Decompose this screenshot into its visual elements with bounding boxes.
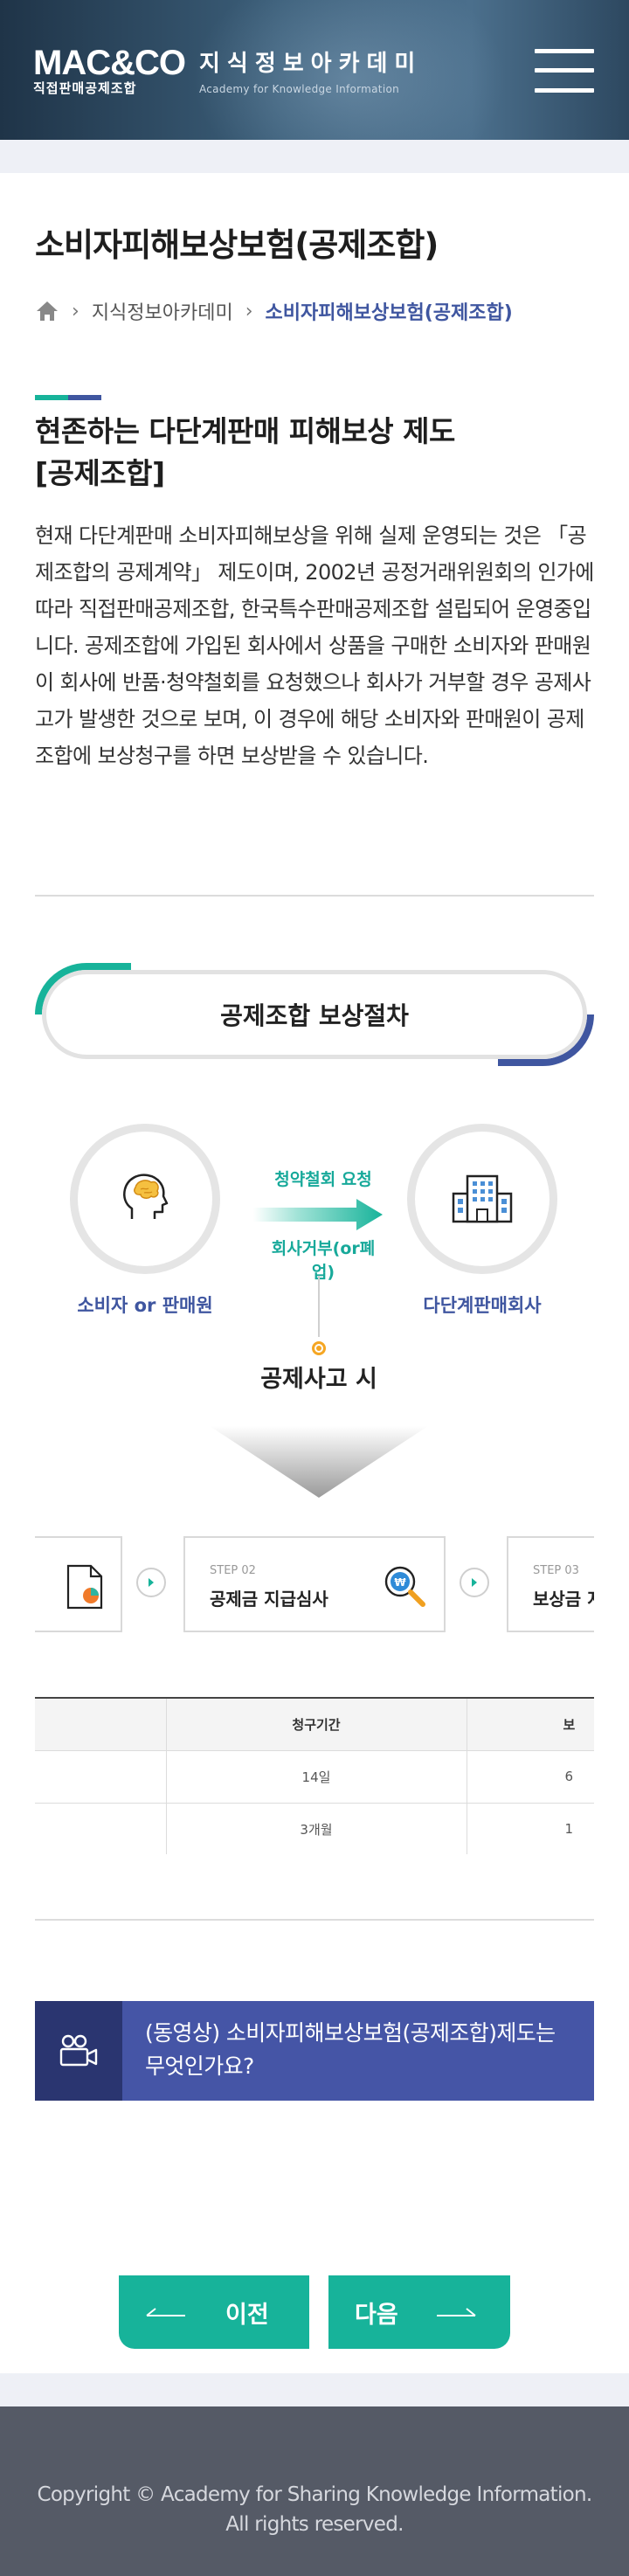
connector-dot: [312, 1341, 326, 1355]
step-number: STEP 03: [533, 1564, 579, 1577]
step-card-02: STEP 02 공제금 지급심사 ₩: [183, 1536, 446, 1632]
table-cell: 6: [467, 1750, 594, 1804]
table-cell: 1: [467, 1803, 594, 1854]
arrow-bottom-label: 회사거부(or폐업): [271, 1239, 376, 1282]
procedure-title-pill: 공제조합 보상절차: [35, 963, 594, 1066]
arrow-left-icon: [146, 2308, 185, 2316]
logo-mark: MAC&CO 직접판매공제조합: [33, 44, 186, 96]
section-heading: 현존하는 다단계판매 피해보상 제도 [공제조합]: [35, 411, 594, 495]
next-button-label: 다음: [355, 2301, 398, 2329]
video-camera-icon: [59, 2034, 98, 2067]
chevron-right-icon: [136, 1568, 166, 1597]
down-chevron-shape: [210, 1426, 428, 1498]
prev-button-label: 이전: [225, 2301, 269, 2329]
video-link-text: (동영상) 소비자피해보상보험(공제조합)제도는 무엇인가요?: [145, 2020, 556, 2079]
divider: [35, 1919, 594, 1921]
step-number: STEP 02: [210, 1564, 256, 1577]
company-circle: [407, 1124, 557, 1274]
table-header-cell: 청구기간: [165, 1697, 467, 1751]
section-heading-line1: 현존하는 다단계판매 피해보상 제도: [35, 414, 455, 448]
section-accent-bar: [35, 395, 101, 400]
table-cell: 3개월: [165, 1803, 467, 1854]
consumer-circle: [70, 1124, 220, 1274]
claim-table: 청구기간 보 14일 6 3개월 1: [35, 1697, 594, 1854]
breadcrumb: › 지식정보아카데미 › 소비자피해보상보험(공제조합): [35, 297, 513, 325]
table-header-cell: [35, 1697, 166, 1751]
site-name: 지식정보아카데미: [198, 51, 423, 77]
steps-carousel[interactable]: STEP 02 공제금 지급심사 ₩ STEP 03 보상금 지급: [35, 1531, 594, 1636]
section-heading-line2: [공제조합]: [35, 456, 165, 490]
section-body: 현재 다단계판매 소비자피해보상을 위해 실제 운영되는 것은 「공제조합의 공…: [35, 523, 594, 768]
table-cell: [35, 1750, 166, 1804]
step-title: 공제금 지급심사: [210, 1589, 328, 1610]
step-card-03: STEP 03 보상금 지급: [507, 1536, 594, 1632]
consumer-head-icon: [123, 1174, 169, 1219]
video-icon-box: [35, 2001, 122, 2101]
logo-main-text: MAC&CO: [33, 44, 186, 82]
arrow-right-icon: [436, 2308, 476, 2316]
company-label: 다단계판매회사: [423, 1295, 542, 1316]
arrow-top-label: 청약철회 요청: [274, 1170, 372, 1189]
magnifier-coin-icon: ₩: [384, 1566, 425, 1607]
building-icon: [452, 1174, 513, 1223]
site-name-block: 지식정보아카데미 Academy for Knowledge Informati…: [199, 45, 422, 95]
header-band: [0, 140, 629, 173]
hamburger-menu-icon[interactable]: [535, 49, 594, 93]
site-logo[interactable]: MAC&CO 직접판매공제조합 지식정보아카데미 Academy for Kno…: [33, 45, 422, 95]
video-link[interactable]: (동영상) 소비자피해보상보험(공제조합)제도는 무엇인가요?: [35, 2001, 594, 2101]
copyright: Copyright © Academy for Sharing Knowledg…: [37, 2483, 592, 2536]
chevron-right-icon: ›: [245, 300, 253, 322]
claim-table-scroll[interactable]: 청구기간 보 14일 6 3개월 1: [35, 1697, 594, 1854]
table-row: 14일 6: [35, 1750, 594, 1804]
prev-button[interactable]: 이전: [119, 2275, 309, 2349]
document-chart-icon: [66, 1564, 103, 1610]
breadcrumb-current[interactable]: 소비자피해보상보험(공제조합): [266, 297, 513, 325]
site-name-en: Academy for Knowledge Information: [198, 83, 399, 95]
table-cell: 14일: [165, 1750, 467, 1804]
right-arrow-icon: [253, 1199, 383, 1230]
home-icon[interactable]: [35, 300, 59, 322]
table-header-cell: 보: [467, 1697, 594, 1751]
step-card-01: [35, 1536, 122, 1632]
consumer-label: 소비자 or 판매원: [77, 1295, 213, 1316]
chevron-right-icon: [460, 1568, 489, 1597]
divider: [35, 895, 594, 897]
logo-sub-text: 직접판매공제조합: [33, 80, 137, 96]
procedure-title: 공제조합 보상절차: [42, 970, 587, 1059]
step-title: 보상금 지급: [533, 1589, 594, 1610]
svg-text:₩: ₩: [394, 1576, 406, 1589]
table-header-row: 청구기간 보: [35, 1697, 594, 1751]
table-cell: [35, 1803, 166, 1854]
footer-band: [0, 2373, 629, 2406]
accident-label: 공제사고 시: [260, 1366, 377, 1393]
chevron-right-icon: ›: [72, 300, 79, 322]
breadcrumb-item[interactable]: 지식정보아카데미: [92, 297, 233, 325]
page-title: 소비자피해보상보험(공제조합): [35, 226, 439, 264]
table-row: 3개월 1: [35, 1803, 594, 1854]
site-header: MAC&CO 직접판매공제조합 지식정보아카데미 Academy for Kno…: [0, 0, 629, 140]
connector-line: [318, 1276, 320, 1337]
next-button[interactable]: 다음: [328, 2275, 510, 2349]
